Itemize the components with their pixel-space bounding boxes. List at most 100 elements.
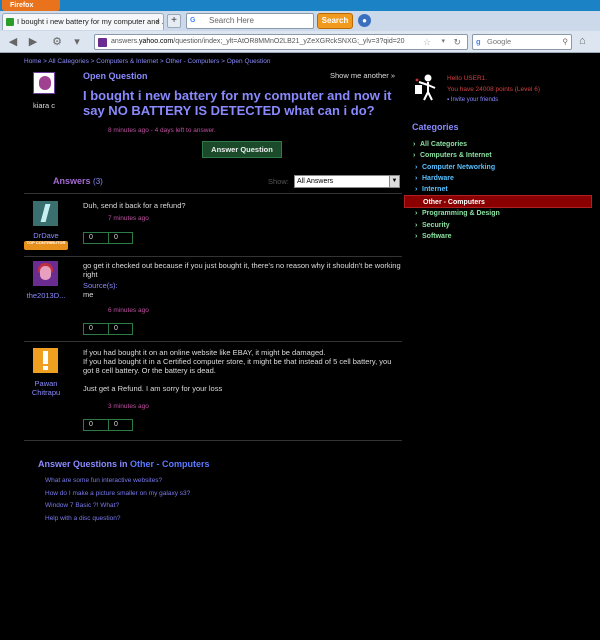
site-favicon-icon xyxy=(98,38,107,47)
thumbs-down-count[interactable]: 0 xyxy=(108,324,132,334)
url-rest: /question/index;_ylt=AtOR8MMnO2LB21_yZeX… xyxy=(173,38,405,45)
firefox-menu-button[interactable]: Firefox xyxy=(2,0,60,11)
vote-buttons: 0 0 xyxy=(83,232,133,244)
thumbs-down-count[interactable]: 0 xyxy=(108,233,132,243)
breadcrumb-all-categories[interactable]: All Categories xyxy=(48,58,88,65)
toolbar-search-button[interactable]: Search xyxy=(317,13,353,29)
category-security[interactable]: Security xyxy=(412,220,592,231)
engine-search-placeholder: Google xyxy=(487,37,512,46)
url-dropdown-icon[interactable]: ▾ xyxy=(441,35,445,49)
thumbs-up-count[interactable]: 0 xyxy=(84,420,108,430)
answer-time: 7 minutes ago xyxy=(108,215,149,222)
answer-questions-label: Answer Questions in xyxy=(38,459,131,469)
category-all-categories[interactable]: All Categories xyxy=(412,139,592,150)
reload-icon[interactable]: ↻ xyxy=(453,35,461,49)
answer-time: 3 minutes ago xyxy=(108,403,149,410)
answer-questions-heading: Answer Questions in Other - Computers xyxy=(38,459,210,469)
invite-label: Invite your friends xyxy=(450,97,499,103)
question-link[interactable]: Help with a disc question? xyxy=(45,513,190,526)
thumbs-up-count[interactable]: 0 xyxy=(84,233,108,243)
answerer-avatar[interactable] xyxy=(33,348,58,373)
divider xyxy=(24,440,402,441)
navigation-toolbar: ◀ ▶ ⚙ ▾ answers.yahoo.com/question/index… xyxy=(0,31,600,53)
invite-friends-link[interactable]: ▪ Invite your friends xyxy=(447,97,498,103)
category-computer-networking[interactable]: Computer Networking xyxy=(412,162,592,173)
divider xyxy=(24,256,402,257)
user-greeting[interactable]: Hello USER1. xyxy=(447,75,487,82)
show-another-link[interactable]: Show me another » xyxy=(330,71,395,80)
history-icon[interactable]: ⚙ xyxy=(50,35,64,49)
answer-item: Pawan Chitrapu If you had bought it on a… xyxy=(24,348,402,438)
answer-text: Duh, send it back for a refund? xyxy=(83,201,186,210)
categories-heading: Categories xyxy=(412,122,459,132)
google-logo-icon: g xyxy=(476,37,481,46)
url-prefix: answers. xyxy=(111,38,140,45)
breadcrumb-other-computers[interactable]: Other - Computers xyxy=(166,58,220,65)
vote-buttons: 0 0 xyxy=(83,419,133,431)
answer-item: the2013D... go get it checked out becaus… xyxy=(24,261,402,346)
answer-questions-category[interactable]: Other - Computers xyxy=(130,459,210,469)
show-label: Show: xyxy=(268,177,289,186)
divider xyxy=(24,193,402,194)
bookmark-star-icon[interactable]: ☆ xyxy=(423,35,431,49)
home-icon[interactable]: ⌂ xyxy=(579,35,586,47)
answer-filter-select[interactable]: All Answers ▼ xyxy=(294,175,400,188)
category-hardware[interactable]: Hardware xyxy=(412,173,592,184)
breadcrumb-computers-internet[interactable]: Computers & Internet xyxy=(96,58,158,65)
thumbs-down-count[interactable]: 0 xyxy=(108,420,132,430)
asker-name[interactable]: kiara c xyxy=(24,101,64,110)
question-link[interactable]: Window 7 Basic ?! What? xyxy=(45,500,190,513)
engine-search-input[interactable]: g Google ⚲ xyxy=(472,34,572,50)
tab-question[interactable]: I bought i new battery for my computer a… xyxy=(2,13,164,30)
toolbar-search-input[interactable]: G Search Here xyxy=(186,13,314,29)
answer-question-button[interactable]: Answer Question xyxy=(202,141,282,158)
back-arrow-icon[interactable]: ◀ xyxy=(6,35,20,49)
address-bar[interactable]: answers.yahoo.com/question/index;_ylt=At… xyxy=(94,34,468,50)
toolbar-search-placeholder: Search Here xyxy=(209,16,254,25)
answers-label: Answers xyxy=(53,176,91,186)
yahoo-favicon-icon xyxy=(6,18,14,26)
answer-text: go get it checked out because if you jus… xyxy=(83,261,401,279)
category-software[interactable]: Software xyxy=(412,231,592,242)
answer-source: Source(s): xyxy=(83,281,401,290)
tab-title: I bought i new battery for my computer a… xyxy=(17,17,164,26)
question-link[interactable]: What are some fun interactive websites? xyxy=(45,475,190,488)
source-value: me xyxy=(83,290,94,299)
answer-questions-list: What are some fun interactive websites? … xyxy=(45,475,190,525)
categories-list: All Categories Computers & Internet Comp… xyxy=(404,139,592,242)
question-link[interactable]: How do I make a picture smaller on my ga… xyxy=(45,488,190,501)
source-label: Source(s): xyxy=(83,281,118,290)
answerer-name[interactable]: DrDave xyxy=(24,231,68,240)
category-other-computers-selected[interactable]: Other - Computers xyxy=(404,195,592,209)
asker-avatar[interactable] xyxy=(33,72,55,94)
category-computers-internet[interactable]: Computers & Internet xyxy=(412,150,592,161)
new-tab-button[interactable]: + xyxy=(167,14,181,28)
answer-time: 6 minutes ago xyxy=(108,307,149,314)
forward-arrow-icon[interactable]: ▶ xyxy=(26,35,40,49)
thumbs-up-count[interactable]: 0 xyxy=(84,324,108,334)
answerer-name[interactable]: Pawan Chitrapu xyxy=(24,379,68,397)
top-contributor-badge: TOP CONTRIBUTOR xyxy=(24,240,68,250)
category-programming-design[interactable]: Programming & Design xyxy=(412,208,592,219)
answer-filter-value: All Answers xyxy=(297,178,334,185)
chevron-down-icon[interactable]: ▼ xyxy=(389,176,399,187)
magnifier-icon[interactable]: ⚲ xyxy=(563,35,569,49)
answer-item: DrDave TOP CONTRIBUTOR Duh, send it back… xyxy=(24,201,402,256)
answerer-name[interactable]: the2013D... xyxy=(24,291,68,300)
breadcrumb-home[interactable]: Home xyxy=(24,58,41,65)
user-points: You have 24008 points (Level 6) xyxy=(447,86,540,93)
question-title: I bought i new battery for my computer a… xyxy=(83,88,392,118)
tab-close-icon[interactable]: × xyxy=(156,14,160,30)
answers-count: (3) xyxy=(93,177,103,186)
answerer-avatar[interactable] xyxy=(33,261,58,286)
category-internet[interactable]: Internet xyxy=(412,184,592,195)
answerer-avatar[interactable] xyxy=(33,201,58,226)
bookmark-icon[interactable]: ▾ xyxy=(70,35,84,49)
trash-figure-icon xyxy=(415,74,436,101)
tab-strip: I bought i new battery for my computer a… xyxy=(0,11,600,31)
extension-icon[interactable]: ● xyxy=(358,14,371,27)
answer-text: If you had bought it on an online websit… xyxy=(83,348,392,393)
breadcrumb-separator: > xyxy=(158,58,166,65)
divider xyxy=(24,341,402,342)
breadcrumb-open-question[interactable]: Open Question xyxy=(227,58,271,65)
